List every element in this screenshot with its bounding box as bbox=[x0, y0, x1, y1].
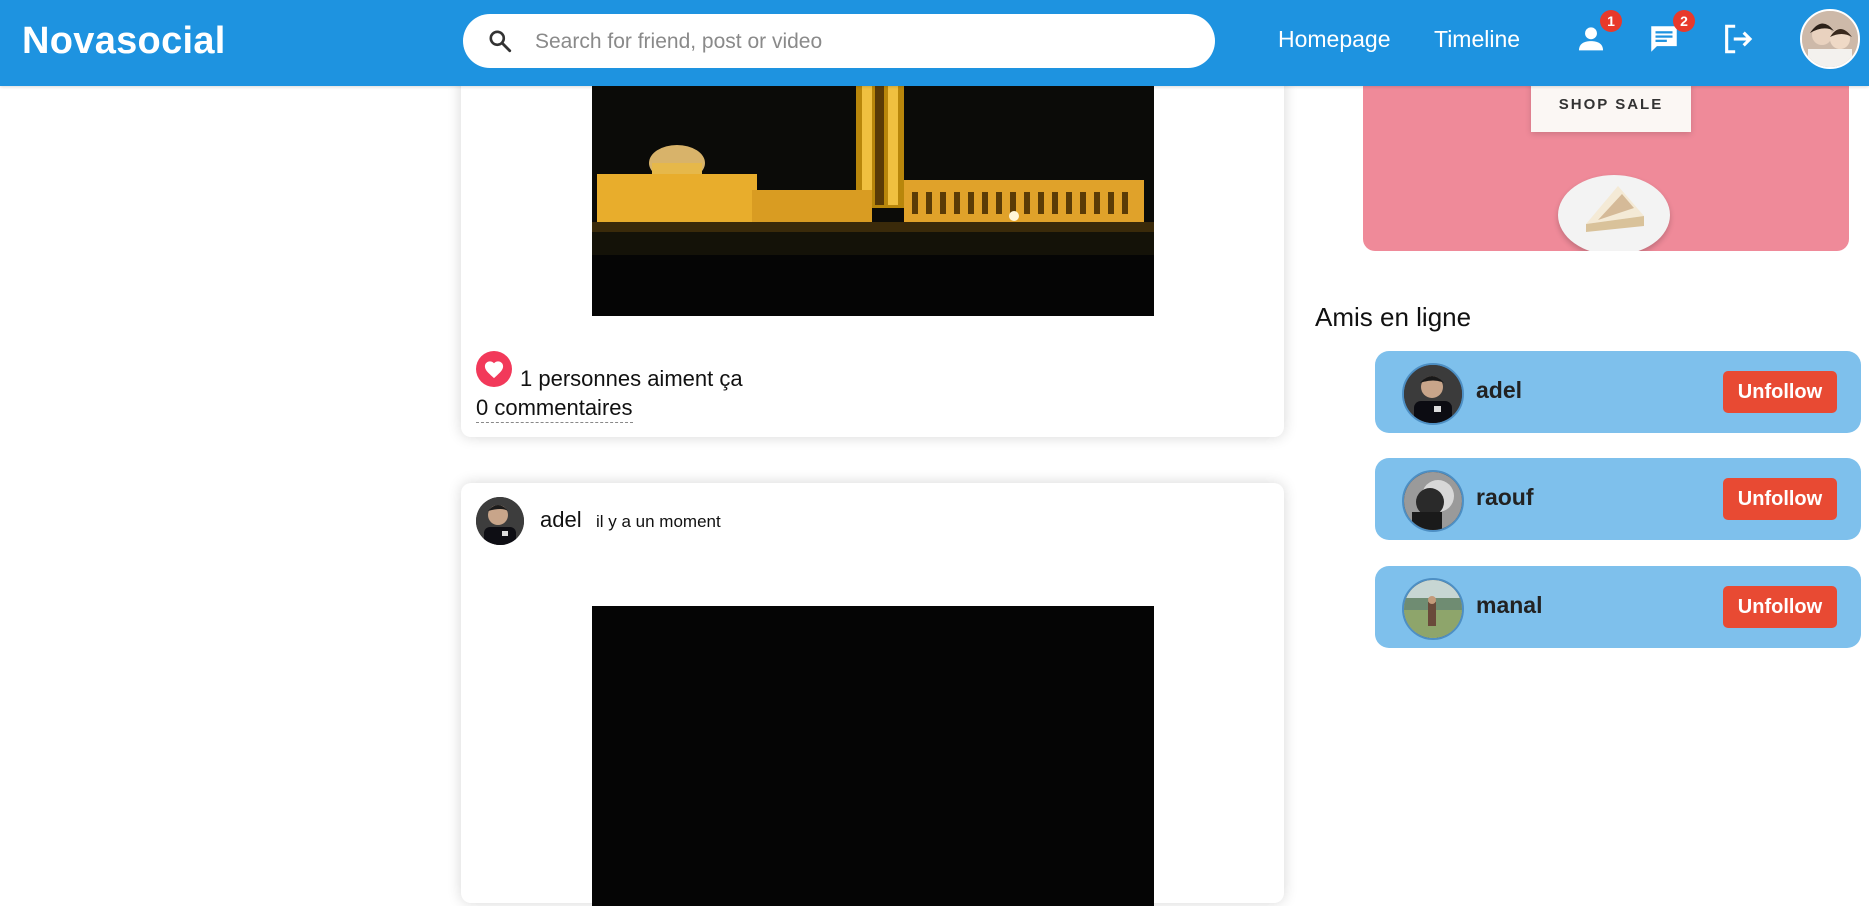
shop-sale-text: SHOP SALE bbox=[1558, 96, 1664, 113]
top-navbar: Novasocial Homepage Timeline 1 2 bbox=[0, 0, 1869, 86]
friend-card: manal Unfollow bbox=[1375, 566, 1861, 648]
friend-name[interactable]: manal bbox=[1476, 592, 1542, 619]
friend-name[interactable]: adel bbox=[1476, 377, 1522, 404]
logout-icon bbox=[1725, 24, 1753, 54]
friend-card: adel Unfollow bbox=[1375, 351, 1861, 433]
post-image[interactable] bbox=[592, 606, 1154, 906]
post-card: 1 personnes aiment ça 0 commentaires bbox=[461, 40, 1284, 437]
likes-count-text: 1 personnes aiment ça bbox=[520, 366, 743, 391]
online-friends-title: Amis en ligne bbox=[1315, 302, 1472, 332]
search-icon bbox=[489, 30, 512, 53]
brand-logo[interactable]: Novasocial bbox=[22, 20, 226, 63]
messages-badge: 2 bbox=[1673, 10, 1695, 32]
unfollow-button[interactable]: Unfollow bbox=[1723, 586, 1837, 628]
post-timestamp: il y a un moment bbox=[596, 512, 721, 531]
friend-name[interactable]: raouf bbox=[1476, 484, 1534, 511]
friend-requests-button[interactable]: 1 bbox=[1572, 10, 1622, 60]
messages-button[interactable]: 2 bbox=[1645, 10, 1695, 60]
cake-slice-image bbox=[1586, 186, 1644, 232]
search-bar bbox=[463, 14, 1215, 68]
post-author-name[interactable]: adel bbox=[540, 507, 582, 533]
friend-requests-badge: 1 bbox=[1600, 10, 1622, 32]
post-card: adel il y a un moment bbox=[461, 483, 1284, 906]
friend-card: raouf Unfollow bbox=[1375, 458, 1861, 540]
unfollow-button[interactable]: Unfollow bbox=[1723, 478, 1837, 520]
friend-avatar[interactable] bbox=[1402, 363, 1464, 425]
logout-button[interactable] bbox=[1719, 20, 1759, 60]
nav-timeline-link[interactable]: Timeline bbox=[1434, 26, 1520, 53]
post-author-avatar[interactable] bbox=[476, 497, 524, 545]
unfollow-button[interactable]: Unfollow bbox=[1723, 371, 1837, 413]
shop-sale-card[interactable]: SHOP SALE bbox=[1531, 80, 1691, 132]
friend-avatar[interactable] bbox=[1402, 578, 1464, 640]
heart-icon[interactable] bbox=[476, 351, 512, 387]
friend-avatar[interactable] bbox=[1402, 470, 1464, 532]
nav-homepage-link[interactable]: Homepage bbox=[1278, 26, 1391, 53]
search-input[interactable] bbox=[533, 22, 1187, 62]
user-avatar[interactable] bbox=[1800, 9, 1860, 69]
comments-link[interactable]: 0 commentaires bbox=[476, 395, 633, 423]
